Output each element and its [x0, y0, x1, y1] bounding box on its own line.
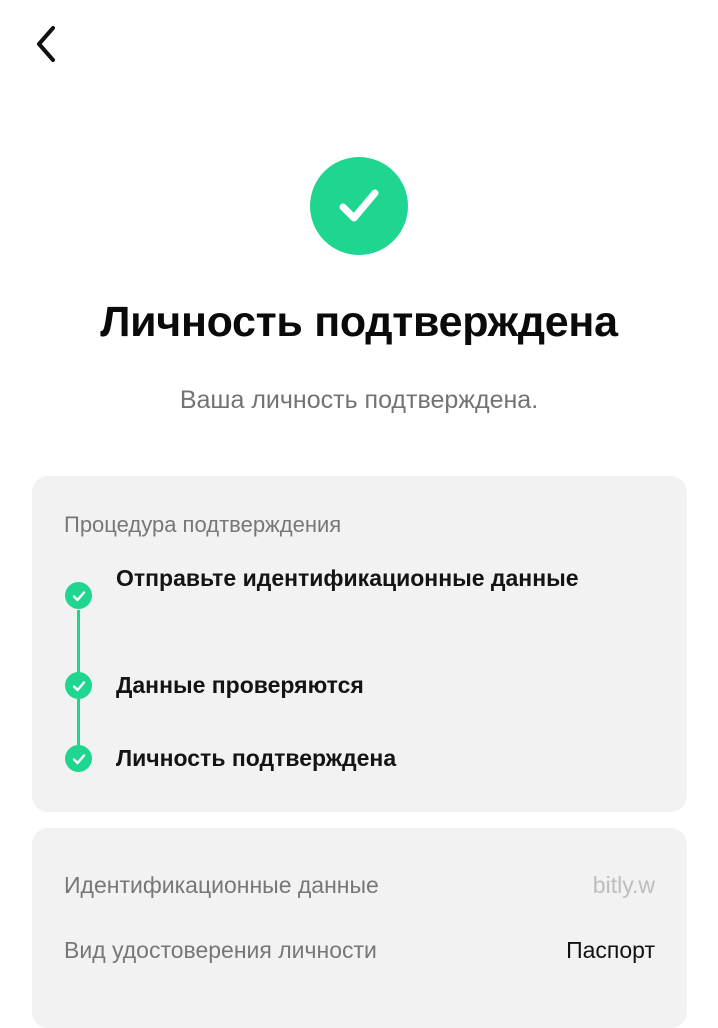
step-done-icon — [65, 582, 92, 609]
page-subtitle: Ваша личность подтверждена. — [179, 386, 539, 414]
check-circle-icon — [339, 189, 379, 222]
detail-row-id-type: Вид удостоверения личности Паспорт — [64, 933, 655, 967]
success-badge — [310, 157, 408, 255]
back-button[interactable] — [24, 22, 68, 66]
step-label: Отправьте идентификационные данные — [116, 565, 579, 591]
chevron-left-icon — [37, 26, 55, 62]
identity-details-card: Идентификационные данные bitly.w Вид удо… — [32, 828, 687, 1028]
detail-label: Идентификационные данные — [64, 871, 379, 898]
step-label: Данные проверяются — [116, 672, 364, 698]
verification-procedure-card: Процедура подтверждения Отправьте иденти… — [32, 476, 687, 812]
detail-label: Вид удостоверения личности — [64, 936, 377, 963]
detail-row-id-data: Идентификационные данные bitly.w — [64, 868, 655, 902]
step-label: Личность подтверждена — [116, 745, 397, 771]
detail-value: Паспорт — [566, 936, 655, 963]
detail-value: bitly.w — [592, 871, 655, 898]
procedure-header: Процедура подтверждения — [64, 512, 342, 537]
step-done-icon — [65, 745, 92, 772]
step-done-icon — [65, 672, 92, 699]
page-title: Личность подтверждена — [100, 298, 618, 346]
